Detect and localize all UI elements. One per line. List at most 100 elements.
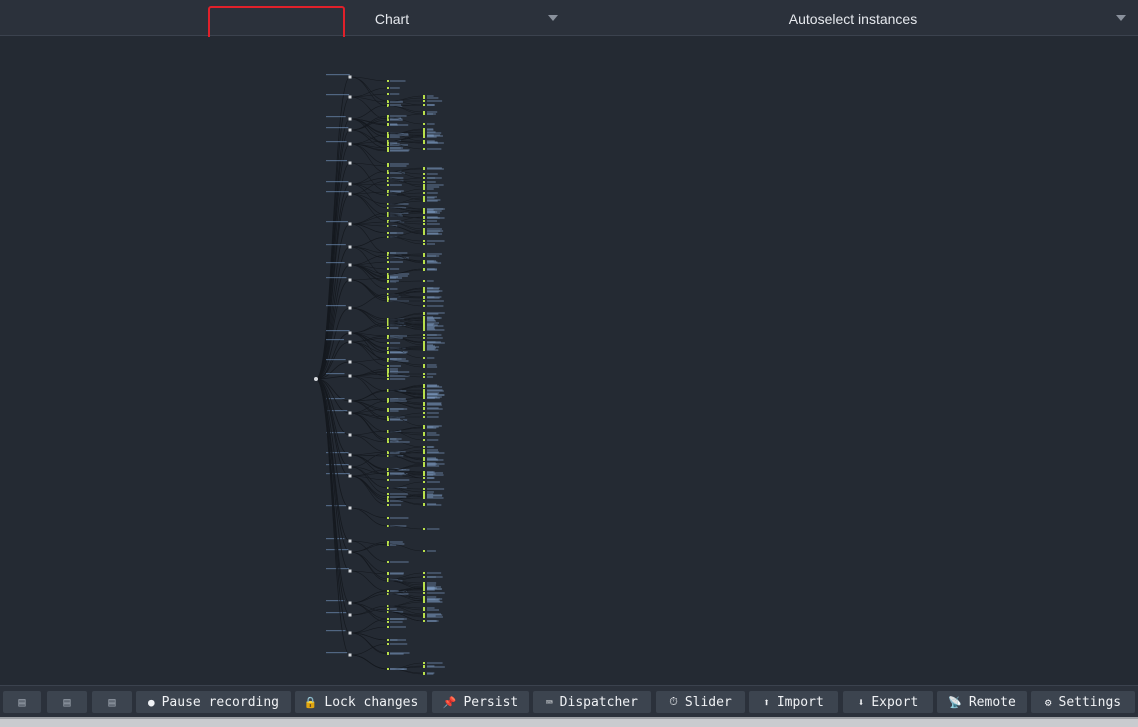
tree-link: [387, 335, 425, 346]
tree-node: [423, 220, 425, 222]
state-tree-chart[interactable]: [0, 37, 1138, 685]
tree-node: [423, 434, 425, 436]
antenna-icon: 📡: [948, 695, 962, 709]
tree-root-node: [314, 377, 318, 381]
tree-node: [387, 438, 389, 440]
tree-node: [348, 142, 352, 146]
layout-button-1[interactable]: ▤: [3, 691, 41, 713]
tree-node: [348, 453, 352, 457]
tree-link: [349, 170, 389, 185]
tree-node: [387, 104, 389, 106]
tree-link: [349, 104, 389, 120]
tree-node: [423, 613, 425, 615]
tree-node: [423, 607, 425, 609]
tree-link: [349, 434, 389, 443]
tree-node-label: [390, 410, 399, 412]
tree-node: [423, 197, 425, 199]
tree-node-label: [427, 550, 436, 552]
tree-node: [387, 101, 389, 103]
tree-link: [387, 668, 425, 675]
tree-node-label: [427, 322, 440, 324]
tree-node: [387, 479, 389, 481]
tree-node-label: [427, 142, 439, 144]
tree-node-label: [326, 127, 349, 129]
lock-button[interactable]: 🔒 Lock changes: [295, 691, 427, 713]
tree-node: [387, 93, 389, 95]
tree-node-label: [427, 582, 437, 584]
tree-node-label: [326, 330, 350, 332]
pause-button[interactable]: ● Pause recording: [136, 691, 291, 713]
layout-button-2[interactable]: ▤: [47, 691, 87, 713]
pin-icon: 📌: [442, 695, 457, 709]
tree-node: [423, 334, 425, 336]
devtools-app: Chart Autoselect instances ▤ ▤ ▤ ● Pause rec…: [0, 0, 1138, 727]
tree-node: [348, 222, 352, 226]
tree-node-label: [427, 230, 444, 232]
tree-node: [387, 452, 389, 454]
tree-node-label: [427, 220, 438, 222]
tree-node-label: [390, 561, 409, 563]
tree-link: [349, 193, 389, 216]
tree-node: [387, 252, 389, 254]
tree-node: [387, 608, 389, 610]
persist-button[interactable]: 📌 Persist: [432, 691, 529, 713]
monitor-select[interactable]: Chart: [0, 0, 568, 36]
import-button[interactable]: ⬆ Import: [749, 691, 838, 713]
tree-node-label: [390, 398, 406, 400]
lock-icon: 🔒: [303, 695, 318, 709]
tree-node-label: [427, 232, 439, 234]
tree-node-label: [427, 262, 442, 264]
tree-node-label: [390, 493, 408, 495]
tree-node: [387, 504, 389, 506]
slider-button[interactable]: ⏱ Slider: [656, 691, 745, 713]
tree-node-label: [390, 438, 397, 440]
tree-node-label: [427, 607, 435, 609]
tree-node-label: [427, 412, 439, 414]
tree-node: [387, 115, 389, 117]
tree-node: [423, 426, 425, 428]
tree-link: [349, 277, 389, 281]
tree-node: [348, 399, 352, 403]
tree-node: [423, 404, 425, 406]
tree-node-label: [326, 74, 350, 76]
layout-button-3[interactable]: ▤: [92, 691, 132, 713]
tree-node-label: [427, 177, 442, 179]
tree-node: [387, 441, 389, 443]
tree-link: [349, 551, 389, 582]
tree-node-label: [427, 334, 442, 336]
tree-node-label: [326, 600, 345, 602]
tree-node: [423, 329, 425, 331]
tree-graph[interactable]: [0, 37, 1138, 685]
tree-node: [423, 609, 425, 611]
tree-node: [423, 376, 425, 378]
tree-node: [387, 653, 389, 655]
tree-node-label: [390, 408, 404, 410]
tree-node: [348, 374, 352, 378]
dispatcher-button[interactable]: ⌨ Dispatcher: [533, 691, 651, 713]
tree-node-label: [427, 587, 437, 589]
tree-node-label: [326, 359, 346, 361]
tree-node-label: [427, 217, 440, 219]
tree-node: [387, 327, 389, 329]
tree-node: [423, 296, 425, 298]
tree-node-label: [427, 128, 434, 130]
tree-node: [423, 412, 425, 414]
tree-node-label: [390, 626, 406, 628]
tree-node-label: [427, 397, 440, 399]
settings-button[interactable]: ⚙ Settings: [1031, 691, 1135, 713]
tree-node: [423, 463, 425, 465]
tree-node: [423, 416, 425, 418]
tree-link: [387, 498, 425, 506]
tree-node: [423, 491, 425, 493]
tree-node: [423, 386, 425, 388]
tree-node-label: [390, 288, 398, 290]
tree-link: [315, 378, 351, 604]
remote-button[interactable]: 📡 Remote: [937, 691, 1027, 713]
export-button[interactable]: ⬇ Export: [843, 691, 933, 713]
tree-node-label: [390, 163, 409, 165]
tree-node-label: [390, 261, 403, 263]
instance-select[interactable]: Autoselect instances: [568, 0, 1138, 36]
tree-node: [423, 592, 425, 594]
tree-node-label: [390, 93, 400, 95]
tree-node-label: [390, 479, 410, 481]
